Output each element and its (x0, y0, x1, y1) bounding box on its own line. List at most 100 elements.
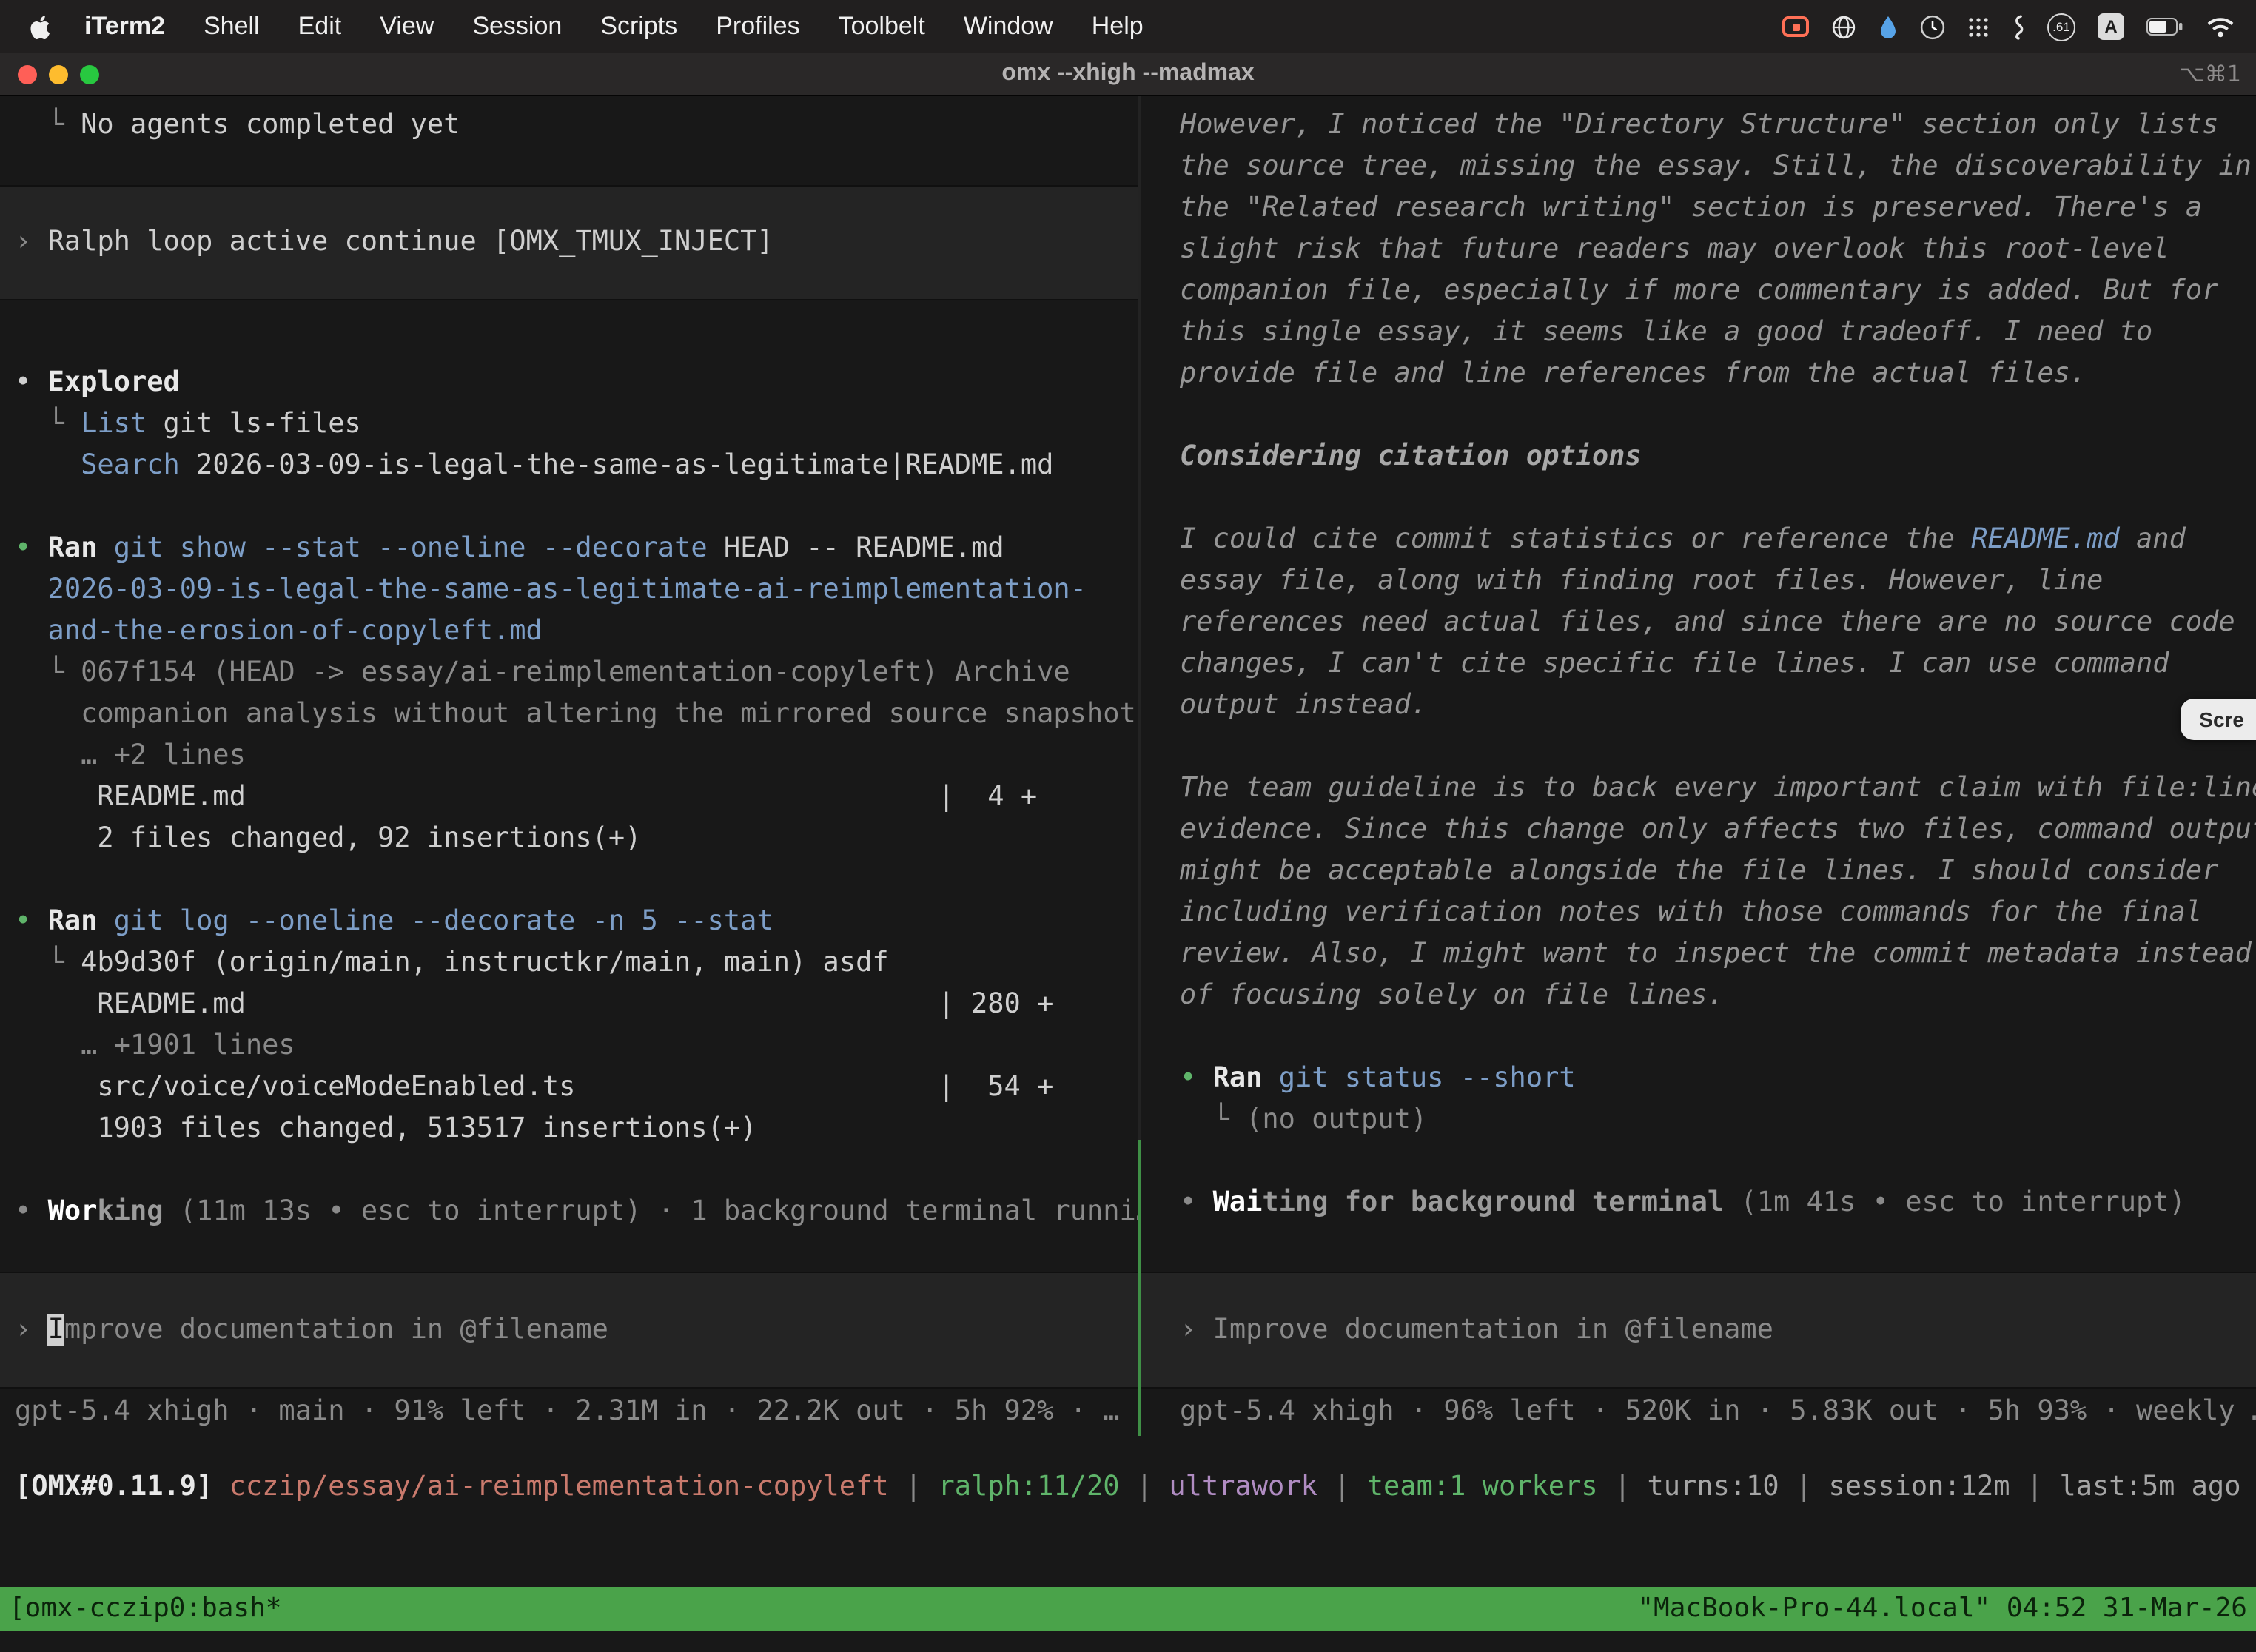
text-segment: the "Related research writing" section i… (1180, 192, 2202, 224)
ralph-loop-banner: › Ralph loop active continue [OMX_TMUX_I… (0, 185, 1138, 300)
text-segment: 2026-03-09-is-legal-the-same-as-legitima… (180, 450, 1054, 481)
window-title-bar: omx --xhigh --madmax ⌥⌘1 (0, 53, 2256, 96)
menu-item-edit[interactable]: Edit (279, 12, 361, 41)
terminal-line: provide file and line references from th… (1141, 354, 2256, 395)
water-drop-icon[interactable] (1879, 14, 1898, 39)
menu-item-iterm2[interactable]: iTerm2 (65, 12, 184, 41)
menu-bar-status-icons: .61 A (1782, 13, 2235, 41)
terminal-line: output instead. (1141, 685, 2256, 727)
text-segment: Ran (48, 533, 98, 564)
text-segment: and-the-erosion-of-copyleft.md (15, 616, 543, 647)
terminal-line: • Explored (0, 363, 1138, 404)
text-segment: (no output) (1246, 1104, 1427, 1135)
text-segment (1180, 400, 1196, 431)
text-segment (97, 906, 113, 937)
text-segment: I (48, 1314, 64, 1345)
terminal-line: slight risk that future readers may over… (1141, 229, 2256, 271)
text-segment: | (1120, 1467, 1169, 1508)
text-segment: ultrawork (1169, 1467, 1317, 1508)
battery-percentage-icon[interactable]: .61 (2047, 13, 2075, 41)
text-segment: including verification notes with those … (1180, 897, 2202, 928)
text-segment: companion analysis without altering the … (15, 699, 1136, 730)
right-prompt-input[interactable]: › Improve documentation in @filename (1141, 1272, 2256, 1389)
text-segment: 1903 files changed, 513517 insertions(+) (15, 1113, 756, 1144)
left-pane-output: └ No agents completed yet › Ralph loop a… (0, 96, 1138, 1272)
text-segment: evidence. Since this change only affects… (1180, 814, 2256, 845)
text-segment (1262, 1063, 1278, 1094)
text-segment: I could cite commit statistics or refere… (1180, 524, 1971, 555)
terminal-line: the source tree, missing the essay. Stil… (1141, 147, 2256, 188)
left-output-lines: • Explored └ List git ls-files Search 20… (0, 321, 1138, 1233)
text-segment: team:1 workers (1367, 1467, 1598, 1508)
text-segment: slight risk that future readers may over… (1180, 234, 2169, 265)
text-segment: The team guideline is to back every impo… (1180, 773, 2256, 804)
text-segment (97, 533, 113, 564)
text-segment: [OMX#0.11.9] (15, 1467, 229, 1508)
terminal: └ No agents completed yet › Ralph loop a… (0, 96, 2256, 1652)
text-segment: README.md | 280 + (15, 989, 1053, 1020)
text-segment: Considering citation options (1180, 441, 1642, 472)
apps-grid-icon[interactable] (1967, 16, 1990, 38)
text-segment (1180, 483, 1196, 514)
terminal-line: of focusing solely on file lines. (1141, 976, 2256, 1017)
text-segment: the source tree, missing the essay. Stil… (1180, 151, 2252, 182)
zoom-button[interactable] (80, 64, 99, 84)
menu-item-session[interactable]: Session (453, 12, 581, 41)
terminal-line: 2 files changed, 92 insertions(+) (0, 819, 1138, 860)
text-segment: README.md (1971, 524, 2120, 555)
menu-item-window[interactable]: Window (944, 12, 1072, 41)
desktop: iTerm2 Shell Edit View Session Scripts P… (0, 0, 2256, 1652)
minimize-button[interactable] (49, 64, 68, 84)
wifi-icon[interactable] (2206, 15, 2235, 38)
text-segment: Search (81, 450, 180, 481)
menu-item-toolbelt[interactable]: Toolbelt (819, 12, 944, 41)
text-segment: … +2 lines (15, 740, 246, 771)
terminal-line (1141, 727, 2256, 768)
text-segment: └ (15, 409, 81, 440)
text-segment: src/voice/voiceModeEnabled.ts | 54 + (15, 1072, 1053, 1103)
menu-item-help[interactable]: Help (1072, 12, 1163, 41)
text-segment: git show --stat --oneline --decorate (114, 533, 724, 564)
menu-item-scripts[interactable]: Scripts (581, 12, 696, 41)
text-segment: • (1180, 1063, 1213, 1094)
close-button[interactable] (18, 64, 37, 84)
battery-icon[interactable] (2146, 18, 2183, 36)
squiggle-icon[interactable] (2012, 14, 2025, 39)
tmux-host-clock: "MacBook-Pro-44.local" 04:52 31-Mar-26 (1637, 1588, 2247, 1630)
text-segment: Improve documentation in @filename (1213, 1314, 1773, 1345)
text-segment: changes, I can't cite specific file line… (1180, 648, 2169, 679)
left-prompt-input[interactable]: › Improve documentation in @filename (0, 1272, 1138, 1389)
globe-icon[interactable] (1831, 14, 1856, 39)
tmux-panes: └ No agents completed yet › Ralph loop a… (0, 96, 2256, 1436)
traffic-lights (0, 64, 99, 84)
terminal-line: └ List git ls-files (0, 404, 1138, 446)
keyboard-input-icon[interactable]: A (2098, 13, 2124, 40)
text-segment: However, I noticed the "Directory Struct… (1180, 110, 2218, 141)
terminal-line: changes, I can't cite specific file line… (1141, 644, 2256, 685)
terminal-line: companion file, especially if more comme… (1141, 271, 2256, 312)
menu-item-profiles[interactable]: Profiles (696, 12, 819, 41)
text-segment: might be acceptable alongside the file l… (1180, 856, 2218, 887)
text-segment: 067f154 (HEAD -> essay/ai-reimplementati… (81, 657, 1070, 688)
apple-menu-icon[interactable] (21, 14, 65, 39)
text-segment: Ran (1213, 1063, 1263, 1094)
window-title: omx --xhigh --madmax (0, 61, 2256, 87)
right-model-status: gpt-5.4 xhigh · 96% left · 520K in · 5.8… (1141, 1389, 2256, 1436)
text-segment (1180, 1146, 1196, 1177)
menu-item-view[interactable]: View (360, 12, 453, 41)
text-segment: (1m 41s • esc to interrupt) (1724, 1187, 2186, 1218)
text-segment: … +1901 lines (15, 1030, 295, 1061)
terminal-line: └ (no output) (1141, 1100, 2256, 1141)
agents-status-line: └ No agents completed yet (0, 105, 1138, 147)
text-segment: git ls-files (147, 409, 361, 440)
menu-item-shell[interactable]: Shell (184, 12, 279, 41)
terminal-line: 1903 files changed, 513517 insertions(+) (0, 1109, 1138, 1150)
pane-divider-active[interactable] (1138, 1140, 1141, 1436)
terminal-line (0, 321, 1138, 363)
clock-icon[interactable] (1920, 14, 1945, 39)
right-prompt-text: › Improve documentation in @filename (1141, 1309, 1782, 1351)
screenshot-notification[interactable]: Scre (2180, 699, 2256, 740)
text-segment: 2 files changed, 92 insertions(+) (15, 823, 642, 854)
screen-recording-icon[interactable] (1782, 16, 1809, 37)
text-segment: | (889, 1467, 939, 1508)
